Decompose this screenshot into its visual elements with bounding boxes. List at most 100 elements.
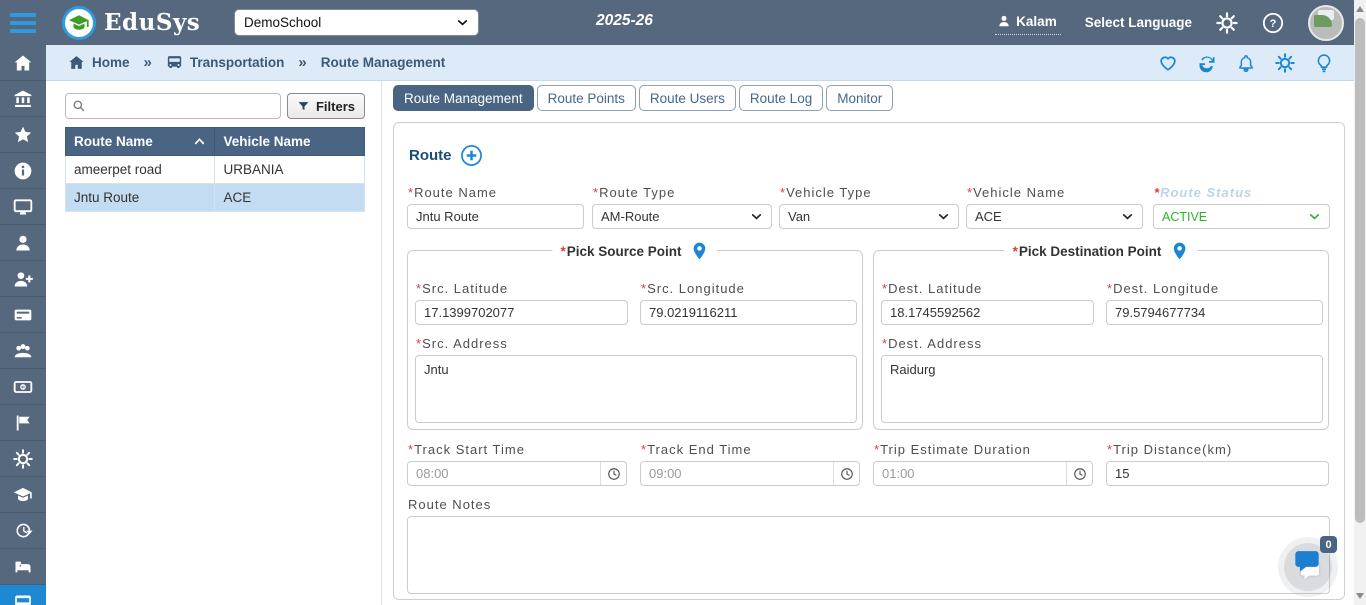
add-route-button[interactable] (460, 144, 483, 167)
menu-toggle-icon[interactable] (0, 0, 46, 45)
table-cell[interactable]: Jntu Route (64, 183, 216, 212)
sidebar-item-info[interactable] (0, 153, 46, 189)
user-icon (999, 15, 1009, 27)
history-icon (16, 523, 33, 537)
settings-action-gear-icon[interactable] (1275, 52, 1295, 73)
breadcrumb-actions (1158, 52, 1334, 73)
chevron-down-icon (1122, 214, 1133, 220)
left-sidebar: 1 (0, 45, 46, 605)
app-logo[interactable]: EduSys (62, 5, 200, 40)
sidebar-item-institution[interactable] (0, 81, 46, 117)
route-name-input[interactable] (407, 204, 584, 229)
comment-icon (1291, 547, 1323, 575)
dest-latitude-input[interactable] (881, 300, 1094, 325)
trip-duration-input[interactable] (874, 462, 1066, 485)
track-end-input[interactable] (641, 462, 833, 485)
clock-icon[interactable] (833, 462, 859, 485)
refresh-action-sync-icon[interactable] (1197, 53, 1217, 73)
vehicle-name-label: *Vehicle Name (967, 185, 1066, 200)
sidebar-item-hostel[interactable] (0, 549, 46, 585)
sidebar-item-settings[interactable] (0, 441, 46, 477)
sidebar-item-monitor[interactable] (0, 189, 46, 225)
src-longitude-input[interactable] (640, 300, 857, 325)
home-icon (14, 55, 32, 70)
breadcrumb-item-route-management: Route Management (320, 55, 446, 70)
favorites-action-heart-icon[interactable] (1158, 53, 1178, 73)
tab-monitor[interactable]: Monitor (826, 85, 894, 111)
dest-longitude-input[interactable] (1106, 300, 1323, 325)
sidebar-item-reports[interactable] (0, 405, 46, 441)
table-cell[interactable]: ACE (214, 183, 365, 212)
chat-widget[interactable]: 0 (1277, 536, 1339, 598)
src-latitude-input[interactable] (415, 300, 628, 325)
trip-distance-input[interactable] (1106, 461, 1329, 486)
settings-gear-icon[interactable] (1216, 11, 1238, 34)
home-icon (69, 56, 84, 69)
route-notes-textarea[interactable] (407, 516, 1330, 594)
tab-route-points[interactable]: Route Points (536, 85, 636, 111)
logo-grad-cap-icon (62, 5, 96, 40)
trip-duration-label: *Trip Estimate Duration (874, 442, 1031, 457)
table-row[interactable]: Jntu Route ACE (64, 183, 365, 212)
sidebar-item-student[interactable] (0, 225, 46, 261)
notifications-action-bell-icon[interactable] (1236, 53, 1256, 73)
sidebar-item-fees[interactable]: 1 (0, 369, 46, 405)
academic-year: 2025-26 (596, 12, 653, 29)
sidebar-item-home[interactable] (0, 45, 46, 81)
table-cell[interactable]: ameerpet road (64, 155, 216, 184)
select-language-link[interactable]: Select Language (1085, 15, 1192, 30)
scrollbar-thumb[interactable] (1355, 18, 1365, 523)
dest-address-textarea[interactable]: Raidurg (881, 355, 1323, 423)
tab-route-management[interactable]: Route Management (393, 85, 534, 111)
breadcrumb-item-transportation[interactable]: Transportation (166, 54, 284, 71)
scroll-up-arrow[interactable] (1354, 2, 1366, 16)
track-start-input[interactable] (408, 462, 600, 485)
route-status-select[interactable]: ACTIVE (1153, 204, 1330, 229)
sidebar-item-transportation[interactable] (0, 585, 46, 605)
card-icon (14, 309, 32, 320)
vehicle-type-select[interactable]: Van (779, 204, 959, 229)
map-pin-icon[interactable] (1169, 241, 1189, 261)
column-header-vehicle-name[interactable]: Vehicle Name (214, 127, 365, 156)
sidebar-item-history[interactable] (0, 513, 46, 549)
sidebar-item-academics[interactable] (0, 477, 46, 513)
sidebar-item-cards[interactable] (0, 297, 46, 333)
money-icon: 1 (13, 380, 33, 393)
flag-icon (16, 415, 30, 430)
map-pin-icon[interactable] (690, 241, 710, 261)
tab-route-log[interactable]: Route Log (738, 85, 824, 111)
profile-avatar[interactable] (1308, 4, 1344, 41)
monitor-icon (13, 198, 33, 214)
chevron-down-icon (457, 20, 468, 26)
scroll-down-arrow[interactable] (1354, 589, 1366, 603)
vertical-scrollbar[interactable] (1354, 0, 1366, 605)
user-icon (16, 235, 30, 250)
users-icon (14, 343, 32, 357)
sidebar-item-favorites[interactable] (0, 117, 46, 153)
column-header-route-name[interactable]: Route Name (64, 127, 216, 156)
sidebar-item-admissions[interactable] (0, 261, 46, 297)
src-address-textarea[interactable]: Jntu (415, 355, 857, 423)
tips-action-bulb-icon[interactable] (1314, 53, 1334, 73)
pick-source-fieldset: *Pick Source Point *Src. Latitude *Src. … (407, 241, 863, 430)
help-icon[interactable]: ? (1262, 12, 1284, 34)
breadcrumb-item-home[interactable]: Home (68, 54, 130, 71)
route-search-input[interactable] (91, 98, 274, 114)
user-name: Kalam (1016, 13, 1057, 29)
vehicle-name-select[interactable]: ACE (966, 204, 1143, 229)
filters-button[interactable]: Filters (286, 93, 365, 119)
table-cell[interactable]: URBANIA (214, 155, 365, 184)
tab-route-users[interactable]: Route Users (638, 85, 736, 111)
sidebar-item-staff[interactable] (0, 333, 46, 369)
user-menu[interactable]: Kalam (995, 11, 1061, 35)
top-header: EduSys DemoSchool 2025-26 Kalam Select L… (0, 0, 1366, 45)
table-row[interactable]: ameerpet road URBANIA (64, 155, 365, 184)
breadcrumb-separator: » (298, 54, 307, 71)
pick-destination-fieldset: *Pick Destination Point *Dest. Latitude … (873, 241, 1329, 430)
school-selector[interactable]: DemoSchool (234, 9, 479, 36)
clock-icon[interactable] (600, 462, 626, 485)
route-type-select[interactable]: AM-Route (592, 204, 772, 229)
clock-icon[interactable] (1066, 462, 1092, 485)
bank-icon (14, 90, 32, 107)
route-type-label: *Route Type (593, 185, 676, 200)
